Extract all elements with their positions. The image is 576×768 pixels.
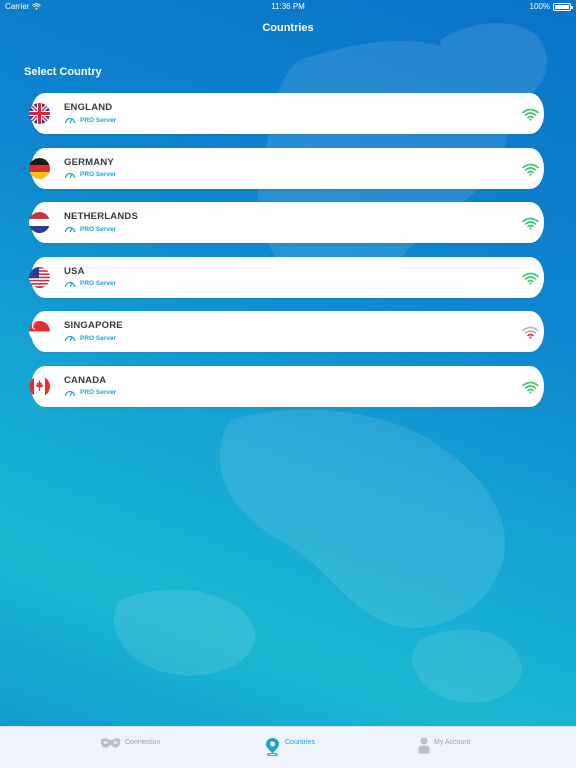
server-label: PRO Server [80,225,117,233]
mask-icon [100,738,121,748]
person-icon [418,737,430,754]
speed-gauge-icon [64,390,76,397]
server-label: PRO Server [80,280,117,288]
country-name: CANADA [64,374,107,386]
server-label: PRO Server [80,334,117,342]
uk-flag-icon [29,103,50,124]
country-name: ENGLAND [64,102,113,113]
signal-strength-icon [522,108,539,121]
section-title: Select Country [24,66,102,78]
country-item-netherlands[interactable]: NETHERLANDS PRO Server [29,202,544,244]
status-time: 11:36 PM [271,2,305,11]
server-label: PRO Server [80,389,117,397]
status-bar: Carrier 11:36 PM 100% [0,0,576,12]
speed-gauge-icon [64,281,76,288]
usa-flag-icon [29,266,50,288]
country-item-england[interactable]: ENGLAND PRO Server [29,93,544,134]
tab-my-account[interactable]: My Account [418,727,470,768]
signal-strength-icon [522,381,539,394]
country-item-usa[interactable]: USA PRO Server [29,256,544,298]
country-item-canada[interactable]: CANADA PRO Server [29,365,544,407]
server-label: PRO Server [80,116,117,124]
germany-flag-icon [29,157,50,179]
tab-countries[interactable]: Countries [264,727,315,768]
country-name: NETHERLANDS [64,211,138,223]
server-type: PRO Server [64,171,116,179]
speed-gauge-icon [64,336,76,342]
netherlands-flag-icon [29,212,50,234]
canada-flag-icon [29,375,50,397]
tab-label: My Account [434,739,471,746]
signal-strength-icon [522,163,539,176]
server-type: PRO Server [64,280,116,288]
country-name: SINGAPORE [64,320,123,332]
battery-percent: 100% [529,2,550,11]
tab-connection[interactable]: Connection [100,727,160,768]
speed-gauge-icon [64,227,76,233]
country-item-singapore[interactable]: SINGAPORE PRO Server [29,311,544,353]
signal-weak-icon [522,327,539,339]
country-item-germany[interactable]: GERMANY PRO Server [29,147,544,189]
server-type: PRO Server [64,334,116,342]
battery-indicator: 100% [529,2,573,11]
signal-strength-icon [522,217,539,230]
speed-gauge-icon [64,117,76,124]
battery-icon [553,2,573,11]
signal-strength-icon [522,272,539,285]
server-label: PRO Server [80,171,117,179]
singapore-flag-icon [29,321,50,343]
country-list: ENGLAND PRO Server GERMANY PRO Server NE… [29,93,544,421]
map-pin-icon [266,738,279,756]
page-title: Countries [262,22,314,34]
speed-gauge-icon [64,172,76,178]
country-name: USA [64,265,85,277]
tab-bar: Connection Countries My Account [0,726,576,768]
tab-label: Connection [125,739,161,746]
server-type: PRO Server [64,225,116,233]
server-type: PRO Server [64,389,116,397]
country-name: GERMANY [64,156,114,168]
server-type: PRO Server [64,116,116,124]
tab-label: Countries [285,739,315,746]
